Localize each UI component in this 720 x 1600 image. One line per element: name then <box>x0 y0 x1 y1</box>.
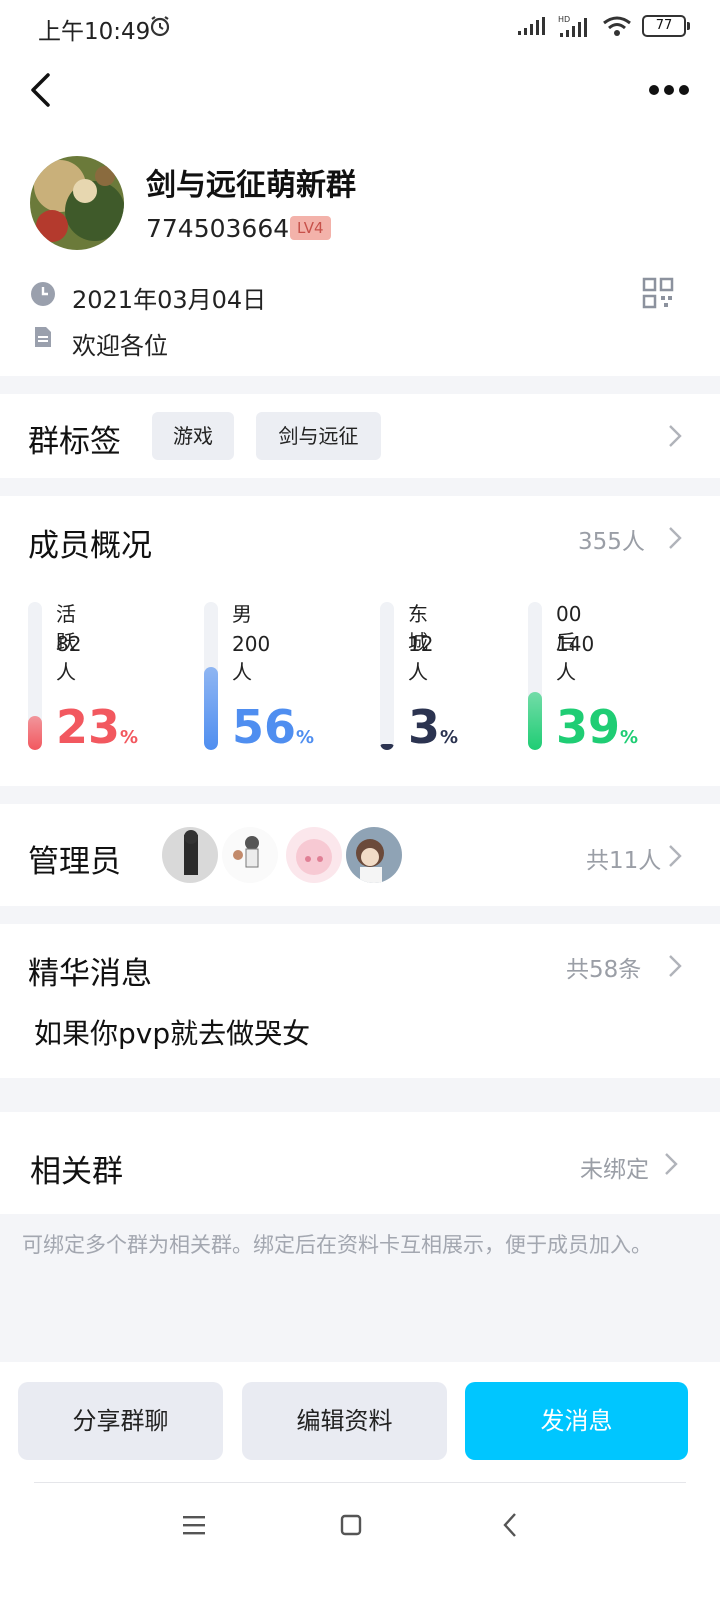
stat-count: 12人 <box>408 632 434 684</box>
group-created-date: 2021年03月04日 <box>72 286 267 314</box>
stat-percent: 39% <box>556 700 639 754</box>
clock-icon <box>31 282 55 306</box>
nav-back-icon[interactable] <box>502 1512 518 1538</box>
qr-code-icon[interactable] <box>642 277 674 309</box>
admin-avatar[interactable] <box>346 827 402 883</box>
group-intro: 欢迎各位 <box>72 332 168 360</box>
admins-count: 共11人 <box>586 848 662 874</box>
stat-bar <box>204 602 218 750</box>
chevron-right-icon <box>669 955 682 977</box>
status-time: 上午10:49 <box>38 19 151 45</box>
tag-chip[interactable]: 游戏 <box>152 412 234 460</box>
menu-icon[interactable] <box>182 1514 206 1536</box>
stat-fill <box>380 744 394 750</box>
related-hint: 可绑定多个群为相关群。绑定后在资料卡互相展示，便于成员加入。 <box>22 1233 652 1257</box>
related-status: 未绑定 <box>580 1157 649 1183</box>
send-message-button[interactable]: 发消息 <box>465 1382 688 1460</box>
essence-message[interactable]: 如果你pvp就去做哭女 <box>34 1012 310 1052</box>
home-icon[interactable] <box>340 1514 362 1536</box>
related-title: 相关群 <box>30 1154 123 1190</box>
edit-profile-button[interactable]: 编辑资料 <box>242 1382 447 1460</box>
stat-percent: 23% <box>56 700 139 754</box>
group-level-badge: LV4 <box>290 216 331 240</box>
group-tags-title: 群标签 <box>28 424 121 460</box>
battery-icon: 77 <box>642 15 690 37</box>
admin-avatar[interactable] <box>286 827 342 883</box>
svg-text:HD: HD <box>558 15 570 24</box>
signal-hd-icon: HD <box>558 15 587 37</box>
chevron-right-icon <box>669 527 682 549</box>
document-icon <box>35 327 51 347</box>
members-total: 355人 <box>578 529 645 555</box>
essence-count: 共58条 <box>566 957 642 983</box>
status-bar: 上午10:49 HD 77 <box>0 0 720 52</box>
stat-bar <box>380 602 394 750</box>
admins-title: 管理员 <box>28 844 121 880</box>
stat-count: 82人 <box>56 632 82 684</box>
group-id: 774503664 <box>146 214 290 243</box>
group-avatar[interactable] <box>30 156 124 250</box>
back-icon[interactable] <box>28 72 52 108</box>
members-title: 成员概况 <box>28 528 152 564</box>
group-name: 剑与远征萌新群 <box>146 168 356 203</box>
tag-chip[interactable]: 剑与远征 <box>256 412 381 460</box>
stat-percent: 56% <box>232 700 315 754</box>
wifi-icon <box>603 16 631 36</box>
share-group-button[interactable]: 分享群聊 <box>18 1382 223 1460</box>
essence-title: 精华消息 <box>28 956 152 992</box>
alarm-icon <box>150 16 170 37</box>
stat-fill <box>204 667 218 750</box>
stat-label: 男 <box>232 602 252 626</box>
stat-fill <box>528 692 542 750</box>
stat-bar <box>528 602 542 750</box>
admin-avatar[interactable] <box>162 827 218 883</box>
divider <box>34 1482 686 1483</box>
stat-count: 200人 <box>232 632 271 684</box>
stat-bar <box>28 602 42 750</box>
stat-percent: 3% <box>408 700 459 754</box>
stat-fill <box>28 716 42 750</box>
signal-icon <box>518 17 545 35</box>
more-icon[interactable] <box>648 84 690 96</box>
stat-count: 140人 <box>556 632 595 684</box>
chevron-right-icon <box>669 845 682 867</box>
chevron-right-icon <box>665 1153 678 1175</box>
chevron-right-icon <box>669 425 682 447</box>
admin-avatar[interactable] <box>222 827 278 883</box>
